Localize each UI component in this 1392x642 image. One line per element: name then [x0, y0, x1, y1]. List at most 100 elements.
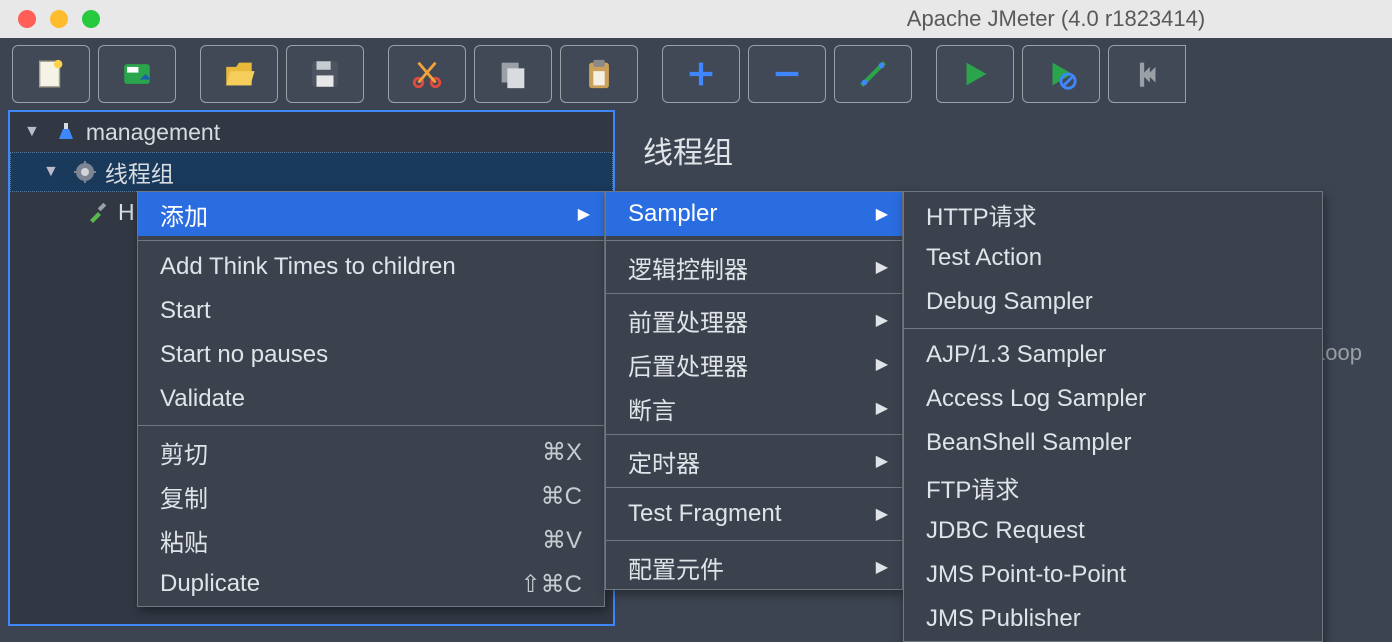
menu-add-think[interactable]: Add Think Times to children: [138, 245, 604, 289]
menu-label: Duplicate: [160, 570, 260, 598]
menu-copy[interactable]: 复制 ⌘C: [138, 474, 604, 518]
save-file-button[interactable]: [286, 45, 364, 103]
menu-label: Test Fragment: [628, 500, 781, 528]
menu-label: Access Log Sampler: [926, 385, 1146, 413]
menu-label: HTTP请求: [926, 197, 1037, 232]
tree-thread-group-row[interactable]: ▼ 线程组: [10, 152, 613, 192]
menu-separator: [138, 240, 604, 241]
menu-label: JMS Point-to-Point: [926, 561, 1126, 589]
submenu-arrow-icon: ▶: [578, 204, 590, 224]
menu-label: JMS Publisher: [926, 605, 1081, 633]
shortcut-label: ⌘C: [541, 482, 582, 511]
menu-separator: [138, 425, 604, 426]
menu-assert[interactable]: 断言▶: [606, 386, 902, 430]
window-title: Apache JMeter (4.0 r1823414): [187, 6, 1205, 32]
menu-pre[interactable]: 前置处理器 ▶: [606, 298, 902, 342]
menu-test-action[interactable]: Test Action: [904, 236, 1322, 280]
tree-root-row[interactable]: ▼ management: [10, 112, 613, 152]
menu-http[interactable]: HTTP请求: [904, 192, 1322, 236]
shortcut-label: ⇧⌘C: [521, 570, 582, 599]
window-titlebar: Apache JMeter (4.0 r1823414): [0, 0, 1392, 38]
menu-config[interactable]: 配置元件▶: [606, 545, 902, 589]
menu-label: BeanShell Sampler: [926, 429, 1131, 457]
window-maximize-button[interactable]: [82, 10, 100, 28]
menu-label: 配置元件: [628, 550, 724, 585]
context-menu-2: Sampler▶ 逻辑控制器▶ 前置处理器▶ 后置处理器▶ 断言▶ 定时器▶ T…: [605, 191, 903, 590]
menu-label: 粘贴: [160, 523, 208, 558]
cut-button[interactable]: [388, 45, 466, 103]
menu-separator: [606, 487, 902, 488]
expand-button[interactable]: [662, 45, 740, 103]
menu-start-np[interactable]: Start no pauses: [138, 333, 604, 377]
expand-arrow-icon[interactable]: ▼: [43, 163, 59, 181]
menu-logic[interactable]: 逻辑控制器 ▶: [606, 245, 902, 289]
start-no-pauses-button[interactable]: [1022, 45, 1100, 103]
menu-separator: [606, 540, 902, 541]
tree-thread-group-label: 线程组: [105, 155, 174, 189]
menu-paste[interactable]: 粘贴 ⌘V: [138, 518, 604, 562]
context-menu-1: 添加 ▶ Add Think Times to children Start S…: [137, 191, 605, 607]
menu-label: 定时器: [628, 444, 700, 479]
menu-jms-pub[interactable]: JMS Publisher: [904, 597, 1322, 641]
menu-start[interactable]: Start: [138, 289, 604, 333]
menu-label: Start: [160, 297, 211, 325]
menu-debug[interactable]: Debug Sampler: [904, 280, 1322, 324]
menu-timer[interactable]: 定时器 ▶: [606, 439, 902, 483]
menu-add[interactable]: 添加 ▶: [138, 192, 604, 236]
menu-ajp[interactable]: AJP/1.3 Sampler: [904, 333, 1322, 377]
pipette-icon: [84, 198, 112, 226]
menu-label: AJP/1.3 Sampler: [926, 341, 1106, 369]
menu-add-label: 添加: [160, 197, 208, 232]
menu-label: 逻辑控制器: [628, 250, 748, 285]
menu-jms-ptp[interactable]: JMS Point-to-Point: [904, 553, 1322, 597]
submenu-arrow-icon: ▶: [876, 257, 888, 277]
stop-button[interactable]: [1108, 45, 1186, 103]
test-plan-icon: [52, 118, 80, 146]
context-menu-3: HTTP请求 Test Action Debug Sampler AJP/1.3…: [903, 191, 1323, 642]
menu-fragment[interactable]: Test Fragment ▶: [606, 492, 902, 536]
collapse-button[interactable]: [748, 45, 826, 103]
toolbar: [0, 38, 1392, 110]
window-close-button[interactable]: [18, 10, 36, 28]
menu-beanshell[interactable]: BeanShell Sampler: [904, 421, 1322, 465]
open-file-button[interactable]: [200, 45, 278, 103]
menu-label: Add Think Times to children: [160, 253, 456, 281]
menu-label: 前置处理器: [628, 303, 748, 338]
menu-jdbc[interactable]: JDBC Request: [904, 509, 1322, 553]
traffic-lights: [18, 10, 100, 28]
menu-label: 复制: [160, 479, 208, 514]
menu-validate[interactable]: Validate: [138, 377, 604, 421]
menu-separator: [904, 328, 1322, 329]
menu-label: 断言: [628, 391, 676, 426]
shortcut-label: ⌘V: [542, 526, 582, 555]
submenu-arrow-icon: ▶: [876, 354, 888, 374]
menu-separator: [606, 434, 902, 435]
menu-post[interactable]: 后置处理器 ▶: [606, 342, 902, 386]
open-template-button[interactable]: [98, 45, 176, 103]
new-file-button[interactable]: [12, 45, 90, 103]
menu-duplicate[interactable]: Duplicate ⇧⌘C: [138, 562, 604, 606]
menu-access-log[interactable]: Access Log Sampler: [904, 377, 1322, 421]
paste-button[interactable]: [560, 45, 638, 103]
menu-cut[interactable]: 剪切⌘X: [138, 430, 604, 474]
submenu-arrow-icon: ▶: [876, 451, 888, 471]
menu-label: Start no pauses: [160, 341, 328, 369]
panel-title: 线程组: [643, 128, 1364, 172]
submenu-arrow-icon: ▶: [876, 504, 888, 524]
copy-button[interactable]: [474, 45, 552, 103]
menu-label: Test Action: [926, 244, 1042, 272]
start-button[interactable]: [936, 45, 1014, 103]
menu-separator: [606, 293, 902, 294]
window-minimize-button[interactable]: [50, 10, 68, 28]
tree-sampler-label: H: [118, 199, 135, 226]
menu-label: Debug Sampler: [926, 288, 1093, 316]
tree-root-label: management: [86, 119, 220, 146]
expand-arrow-icon[interactable]: ▼: [24, 123, 40, 141]
menu-sampler[interactable]: Sampler▶: [606, 192, 902, 236]
toggle-button[interactable]: [834, 45, 912, 103]
shortcut-label: ⌘X: [542, 438, 582, 467]
menu-label: Validate: [160, 385, 245, 413]
menu-ftp[interactable]: FTP请求: [904, 465, 1322, 509]
submenu-arrow-icon: ▶: [876, 310, 888, 330]
menu-label: 后置处理器: [628, 347, 748, 382]
